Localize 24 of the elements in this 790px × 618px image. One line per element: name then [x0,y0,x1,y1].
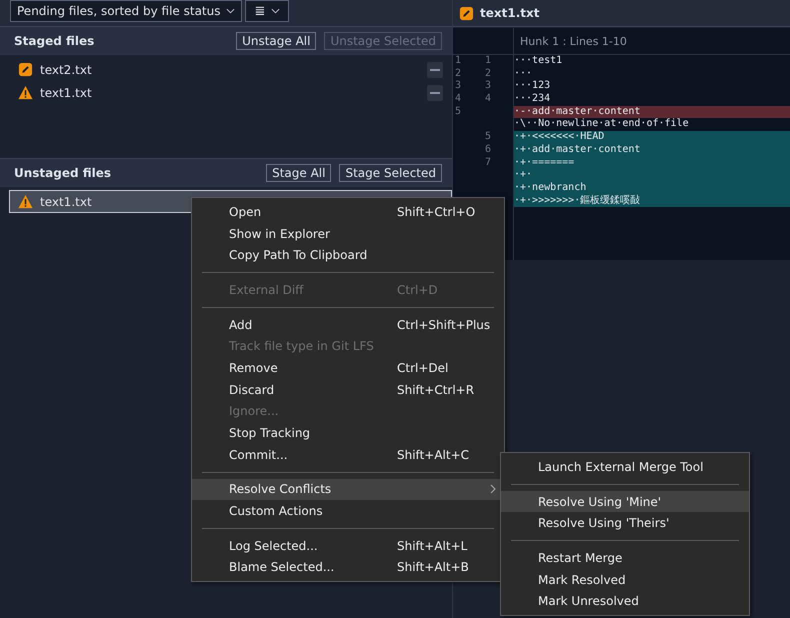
diff-line: ···test1 [514,55,564,68]
diff-line: ·\··No·newline·at·end·of·file [514,118,690,132]
diff-line: ··· [514,68,534,80]
line-number: 1 [484,55,492,68]
line-number: 7 [484,156,492,170]
file-name: text1.txt [40,86,93,100]
line-number: 5 [454,106,462,118]
diff-file-name: text1.txt [480,6,540,20]
line-number: 4 [454,93,462,106]
line-number: 2 [454,68,462,80]
line-number: 1 [454,55,462,68]
line-number: 3 [454,80,462,94]
line-number: 4 [484,93,492,106]
line-number: 3 [484,80,492,94]
line-number: 2 [484,68,492,80]
diff-line: ···123 [514,80,552,94]
diff-line: ···234 [514,93,552,106]
file-name: text2.txt [40,62,93,76]
hunk-header: Hunk 1 : Lines 1-10 [519,34,627,48]
section-title: Staged files [14,34,94,48]
line-number: 6 [484,144,492,156]
line-number: 5 [484,131,492,144]
file-name: text1.txt [40,194,93,208]
section-title: Unstaged files [14,166,112,180]
